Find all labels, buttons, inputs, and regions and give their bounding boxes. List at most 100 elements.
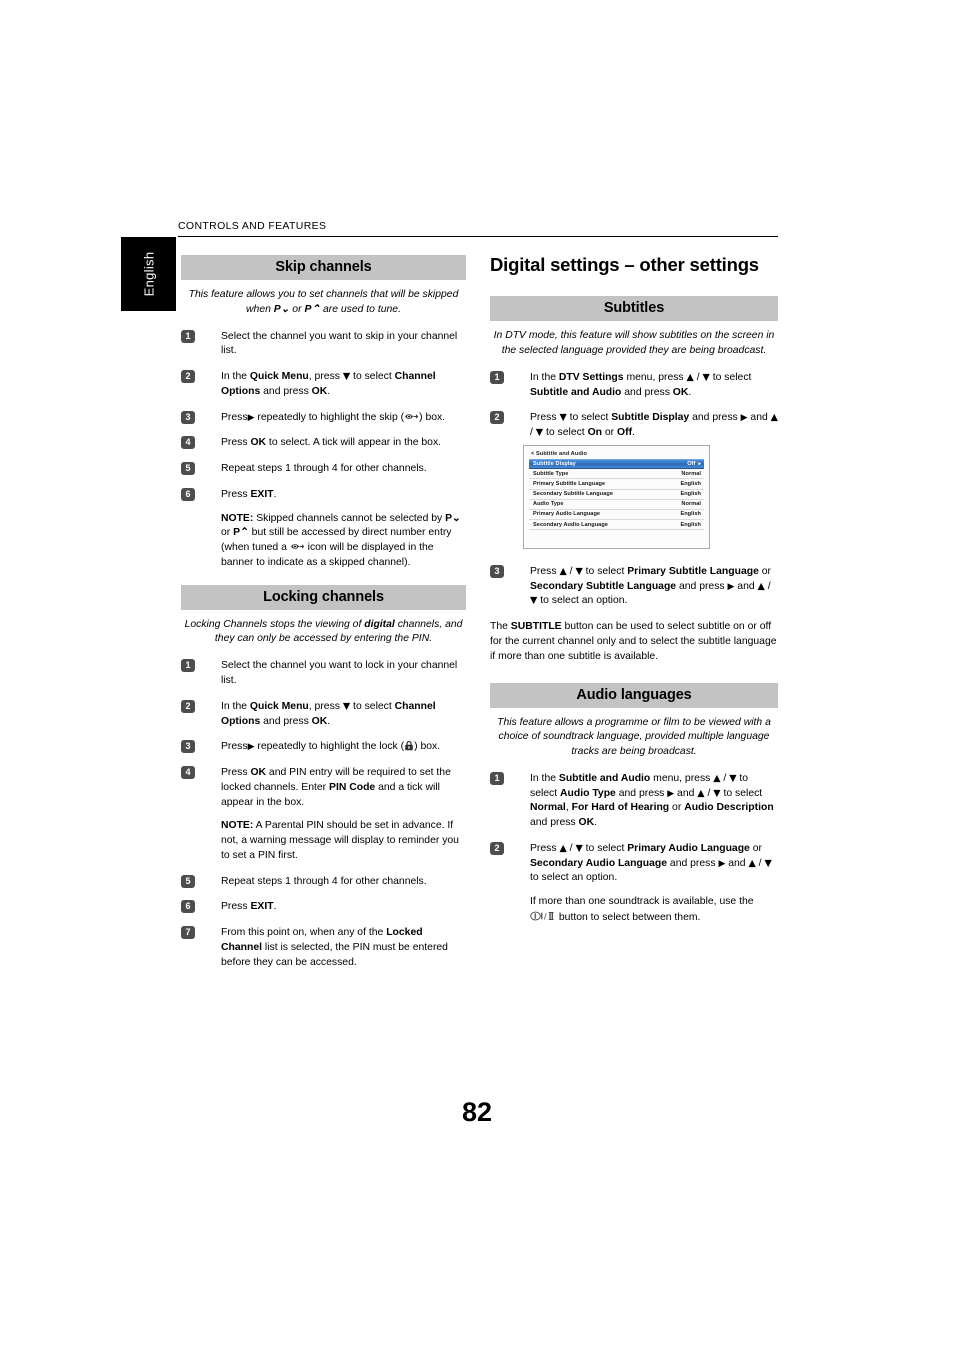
right-column: Digital settings – other settings Subtit… [490,254,778,937]
t: . [327,385,331,397]
osd-row-label: Primary Subtitle Language [533,480,606,487]
t: and [725,857,749,869]
step-item: 3 Press repeatedly to highlight the lock… [181,740,466,755]
intro-line-1: This feature allows you to set channels … [188,289,459,300]
osd-row-secondary-audio-language[interactable]: Secondary Audio Language English [529,520,704,531]
lock-icon [404,740,414,751]
step-item: 1 Select the channel you want to lock in… [181,659,466,689]
t: and press [260,715,312,727]
step-text: Select the channel you want to skip in y… [221,330,458,357]
mono-stereo-button-icon: / [530,910,556,922]
t: and press [689,412,741,424]
t-bold: Secondary Subtitle Language [530,580,677,592]
t: or [749,842,762,854]
step-badge: 2 [490,411,504,425]
locking-channels-intro: Locking Channels stops the viewing of di… [181,618,466,648]
step-text: From this point on, when any of the Lock… [221,926,466,970]
t: . [688,386,692,398]
t: Press [221,488,251,500]
step-badge: 4 [181,436,195,450]
step-text: In the Subtitle and Audio menu, press / … [530,772,778,831]
chevron-right-icon: ▸ [698,460,701,467]
step-text: Press repeatedly to highlight the lock (… [221,740,466,755]
osd-menu-title: < Subtitle and Audio [531,450,588,457]
t: Press [221,767,251,779]
t: Press [221,901,251,913]
step-text: Press repeatedly to highlight the skip (… [221,411,466,426]
t-bold: Audio Description [684,802,774,814]
osd-row-primary-subtitle-language[interactable]: Primary Subtitle Language English [529,479,704,490]
step-text: Select the channel you want to lock in y… [221,660,458,687]
step-item: 6 Press EXIT. [181,900,466,915]
t: to select. A tick will appear in the box… [266,437,442,449]
osd-row-label: Primary Audio Language [533,511,601,518]
t: and [734,580,758,592]
t: . [327,715,331,727]
document-page: CONTROLS AND FEATURES English Skip chann… [0,0,954,1350]
step-badge: 1 [181,659,195,673]
t: Skipped channels cannot be selected by [253,512,446,524]
t-bold: Quick Menu [249,700,309,712]
t: Press [221,437,251,449]
t-bold: OK [250,767,267,779]
t: and press [667,857,719,869]
t: ) box. [414,741,441,753]
osd-row-subtitle-type[interactable]: Subtitle Type Normal [529,469,704,480]
t: or [221,527,234,539]
section-heading-skip-channels: Skip channels [181,255,466,280]
step-item: 3 Press repeatedly to highlight the skip… [181,410,466,426]
step-item: 2 In the Quick Menu, press to select Cha… [181,370,466,400]
t: From this point on, when any of the [221,927,387,939]
t: to select [350,700,395,712]
step-item: 2 In the Quick Menu, press to select Cha… [181,699,466,730]
t: In the [221,700,250,712]
osd-row-secondary-subtitle-language[interactable]: Secondary Subtitle Language English [529,490,704,500]
t-bold: Normal [530,802,566,814]
step-text: Press EXIT. [221,488,466,503]
t-bold: On [587,427,603,439]
step-note: NOTE: A Parental PIN should be set in ad… [221,819,466,863]
t: to select [566,412,612,424]
t-bold: OK [311,715,328,727]
t: and press [615,787,668,799]
arrow-up-icon [697,788,704,799]
t-bold: Primary Subtitle Language [627,565,759,577]
t-bold: SUBTITLE [510,621,562,633]
t-bold: Audio Type [560,787,616,799]
step-badge: 6 [181,900,195,914]
osd-row-label: Audio Type [533,501,564,508]
t: , press [308,700,343,712]
arrow-down-icon [729,773,736,784]
t: to select [720,787,763,799]
osd-row-subtitle-display[interactable]: Subtitle Display Off ▸ [529,458,704,470]
step-text: Repeat steps 1 through 4 for other chann… [221,463,427,475]
step-text: Press / to select Primary Subtitle Langu… [530,565,778,609]
soundtrack-note: If more than one soundtrack is available… [530,895,778,926]
arrow-up-icon [559,566,566,577]
osd-row-value: English [680,511,701,518]
osd-menu-figure: < Subtitle and Audio Subtitle Display Of… [523,444,710,549]
step-text: Press to select Subtitle Display and pre… [530,411,778,441]
t-bold: DTV Settings [558,371,624,383]
step-badge: 2 [181,370,195,384]
subtitles-intro: In DTV mode, this feature will show subt… [493,330,775,357]
osd-row-primary-audio-language[interactable]: Primary Audio Language English [529,510,704,521]
t: Press [530,412,560,424]
t: Press [530,565,560,577]
t: / [764,580,771,592]
arrow-down-icon [703,372,710,383]
t: / [704,787,714,799]
t: In the [530,371,559,383]
osd-row-value: Off [687,461,696,468]
intro-line-2c: are used to tune. [320,303,401,315]
section-heading-audio-languages: Audio languages [490,682,778,708]
t: to select an option. [537,595,628,607]
section-heading-locking-channels: Locking channels [181,584,466,610]
osd-row-audio-type[interactable]: Audio Type Normal [529,500,704,510]
t: ) box. [419,411,446,423]
language-tab-label: English [141,251,156,297]
t: menu, press [623,371,687,383]
section-heading-subtitles: Subtitles [490,296,778,322]
t: Locking Channels stops the viewing of [184,618,365,630]
t-bold: EXIT [250,901,274,913]
